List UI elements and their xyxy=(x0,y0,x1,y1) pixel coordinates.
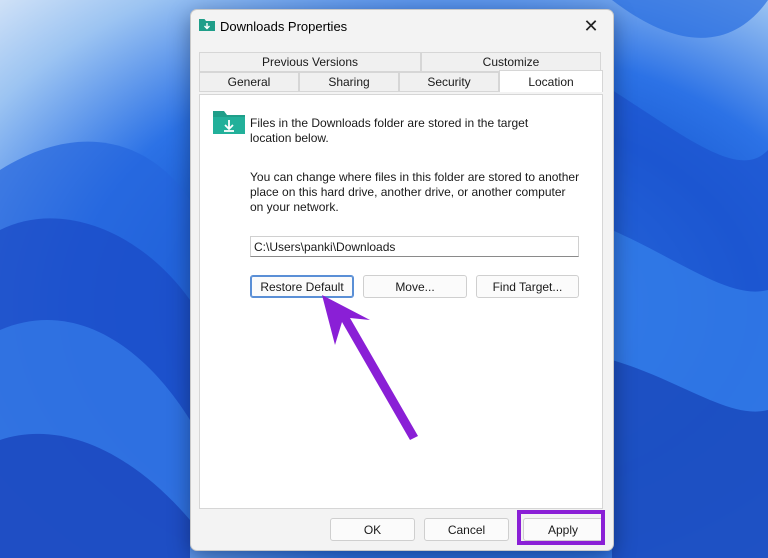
button-label: Find Target... xyxy=(492,279,563,294)
find-target-button[interactable]: Find Target... xyxy=(476,275,579,298)
tab-customize[interactable]: Customize xyxy=(421,52,601,72)
folder-download-icon xyxy=(213,111,245,134)
tab-label: Security xyxy=(427,75,471,89)
restore-default-button[interactable]: Restore Default xyxy=(250,275,354,298)
tab-label: General xyxy=(227,75,271,89)
tab-label: Location xyxy=(528,74,574,89)
tab-general[interactable]: General xyxy=(199,72,299,92)
tab-label: Sharing xyxy=(328,75,370,89)
apply-highlight-box xyxy=(517,510,605,545)
tab-label: Customize xyxy=(482,55,540,69)
move-button[interactable]: Move... xyxy=(363,275,467,298)
description-text: You can change where files in this folde… xyxy=(250,170,580,214)
tab-sharing[interactable]: Sharing xyxy=(299,72,399,92)
cancel-button[interactable]: Cancel xyxy=(424,518,509,541)
tab-label: Previous Versions xyxy=(261,55,359,69)
intro-text: Files in the Downloads folder are stored… xyxy=(250,116,529,145)
button-label: Cancel xyxy=(447,522,486,537)
button-label: Restore Default xyxy=(260,279,344,294)
tab-security[interactable]: Security xyxy=(399,72,499,92)
window-title: Downloads Properties xyxy=(220,19,348,34)
ok-button[interactable]: OK xyxy=(330,518,415,541)
tab-previous-versions[interactable]: Previous Versions xyxy=(199,52,421,72)
tab-strip: Previous Versions Customize General Shar… xyxy=(199,52,603,94)
button-label: OK xyxy=(363,522,382,537)
folder-download-icon xyxy=(199,19,215,31)
title-bar: Downloads Properties ✕ xyxy=(191,10,613,44)
close-icon: ✕ xyxy=(583,15,599,36)
close-button[interactable]: ✕ xyxy=(569,10,613,42)
target-path-input[interactable] xyxy=(250,236,579,257)
button-label: Move... xyxy=(395,279,435,294)
tab-location[interactable]: Location xyxy=(499,70,603,92)
properties-dialog: Downloads Properties ✕ Previous Versions… xyxy=(190,9,614,551)
location-tab-panel: Files in the Downloads folder are stored… xyxy=(199,94,603,509)
